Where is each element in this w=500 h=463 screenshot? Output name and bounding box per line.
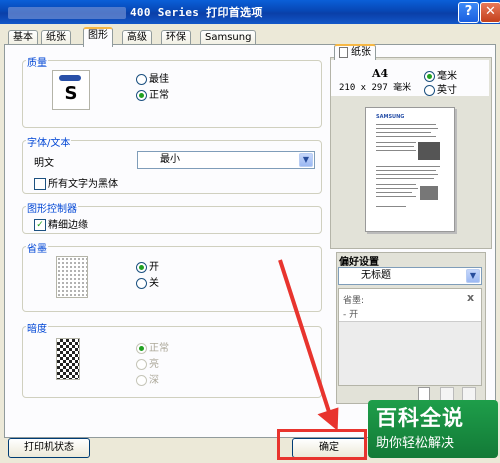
page-image-icon bbox=[418, 142, 440, 160]
watermark-logo: 百科全说 助你轻松解决 bbox=[368, 400, 498, 458]
tab-paper[interactable]: 纸张 bbox=[41, 30, 71, 45]
unit-inch-label: 英寸 bbox=[437, 85, 457, 96]
unit-inch-radio[interactable]: 英寸 bbox=[424, 81, 457, 96]
chevron-down-icon: ▼ bbox=[466, 269, 480, 283]
checkbox-icon bbox=[34, 178, 46, 190]
radio-selected-icon bbox=[136, 261, 147, 273]
plain-text-value: 最小 bbox=[160, 154, 180, 165]
quality-letter: S bbox=[64, 83, 78, 104]
paper-size: A4 bbox=[372, 67, 389, 80]
darkness-preview-icon bbox=[56, 338, 80, 380]
toner-off-label: 关 bbox=[149, 278, 159, 289]
radio-icon bbox=[136, 374, 147, 386]
toner-on-label: 开 bbox=[149, 262, 159, 273]
arrow-shaft bbox=[278, 259, 332, 416]
window-title: 400 Series 打印首选项 bbox=[8, 4, 263, 20]
radio-icon bbox=[136, 358, 147, 370]
radio-icon bbox=[136, 277, 147, 289]
darkness-dark-radio[interactable]: 深 bbox=[136, 371, 159, 386]
toner-on-radio[interactable]: 开 bbox=[136, 258, 159, 273]
tab-samsung[interactable]: Samsung bbox=[200, 30, 257, 45]
chevron-down-icon: ▼ bbox=[299, 153, 313, 167]
tab-graphics[interactable]: 图形 bbox=[83, 27, 113, 47]
paper-dims: 210 x 297 毫米 bbox=[339, 83, 412, 93]
fine-edge-checkbox[interactable]: ✓ 精细边缘 bbox=[34, 216, 88, 231]
favorites-select[interactable]: 无标题 ▼ bbox=[338, 267, 482, 285]
quality-best-label: 最佳 bbox=[149, 74, 169, 85]
quality-best-radio[interactable]: 最佳 bbox=[136, 70, 169, 85]
document-icon[interactable] bbox=[418, 387, 430, 401]
close-button[interactable]: ✕ bbox=[480, 2, 500, 23]
plain-text-label: 明文 bbox=[34, 158, 54, 169]
watermark-line1: 百科全说 bbox=[376, 406, 464, 430]
arrow-head-icon bbox=[317, 407, 339, 431]
samsung-mini-logo-icon bbox=[59, 75, 81, 81]
tab-advanced[interactable]: 高级 bbox=[122, 30, 152, 45]
preview-paper-tab[interactable]: 纸张 bbox=[334, 44, 376, 60]
plain-text-select[interactable]: 最小 ▼ bbox=[137, 151, 315, 169]
quality-label: 质量 bbox=[26, 54, 48, 69]
font-text-label: 字体/文本 bbox=[26, 134, 72, 149]
all-text-black-label: 所有文字为黑体 bbox=[48, 179, 118, 190]
radio-icon bbox=[424, 84, 435, 96]
preview-tab-label: 纸张 bbox=[351, 47, 371, 58]
radio-selected-icon bbox=[424, 70, 435, 82]
darkness-label: 暗度 bbox=[26, 320, 48, 335]
watermark-line2: 助你轻松解决 bbox=[376, 436, 455, 451]
red-arrow-annotation bbox=[278, 259, 339, 431]
window-title-text: 400 Series 打印首选项 bbox=[130, 6, 263, 19]
quality-normal-label: 正常 bbox=[149, 90, 169, 101]
darkness-normal-radio[interactable]: 正常 bbox=[136, 339, 169, 354]
tab-eco[interactable]: 环保 bbox=[161, 30, 191, 45]
title-bar: 400 Series 打印首选项 ? ✕ bbox=[0, 0, 500, 24]
toner-save-label: 省墨 bbox=[26, 240, 48, 255]
unit-mm-radio[interactable]: 毫米 bbox=[424, 67, 457, 82]
save-icon[interactable] bbox=[440, 387, 454, 401]
graphic-controller-label: 图形控制器 bbox=[26, 200, 78, 215]
summary-close-icon[interactable]: x bbox=[467, 291, 474, 304]
fine-edge-label: 精细边缘 bbox=[48, 220, 88, 231]
page-image-small-icon bbox=[420, 186, 438, 200]
darkness-normal-label: 正常 bbox=[149, 343, 169, 354]
page-preview: SAMSUNG bbox=[365, 107, 455, 232]
tab-basic[interactable]: 基本 bbox=[8, 30, 38, 45]
darkness-light-label: 亮 bbox=[149, 359, 159, 370]
radio-selected-icon bbox=[136, 89, 147, 101]
radio-selected-icon bbox=[136, 342, 147, 354]
quality-preview-icon: S bbox=[52, 70, 90, 110]
toner-save-preview-icon bbox=[56, 256, 88, 298]
radio-icon bbox=[136, 73, 147, 85]
favorites-summary: 省墨: - 开 x bbox=[338, 288, 482, 386]
toner-off-radio[interactable]: 关 bbox=[136, 274, 159, 289]
darkness-light-radio[interactable]: 亮 bbox=[136, 355, 159, 370]
checkbox-checked-icon: ✓ bbox=[34, 219, 46, 231]
all-text-black-checkbox[interactable]: 所有文字为黑体 bbox=[34, 175, 118, 190]
help-button[interactable]: ? bbox=[458, 2, 479, 23]
delete-icon[interactable] bbox=[462, 387, 476, 401]
favorites-value: 无标题 bbox=[361, 270, 391, 281]
darkness-dark-label: 深 bbox=[149, 375, 159, 386]
page-icon bbox=[339, 46, 348, 58]
quality-normal-radio[interactable]: 正常 bbox=[136, 86, 169, 101]
printer-status-button[interactable]: 打印机状态 bbox=[8, 438, 90, 458]
page-logo: SAMSUNG bbox=[376, 114, 405, 120]
redacted-printer-name bbox=[8, 7, 126, 19]
